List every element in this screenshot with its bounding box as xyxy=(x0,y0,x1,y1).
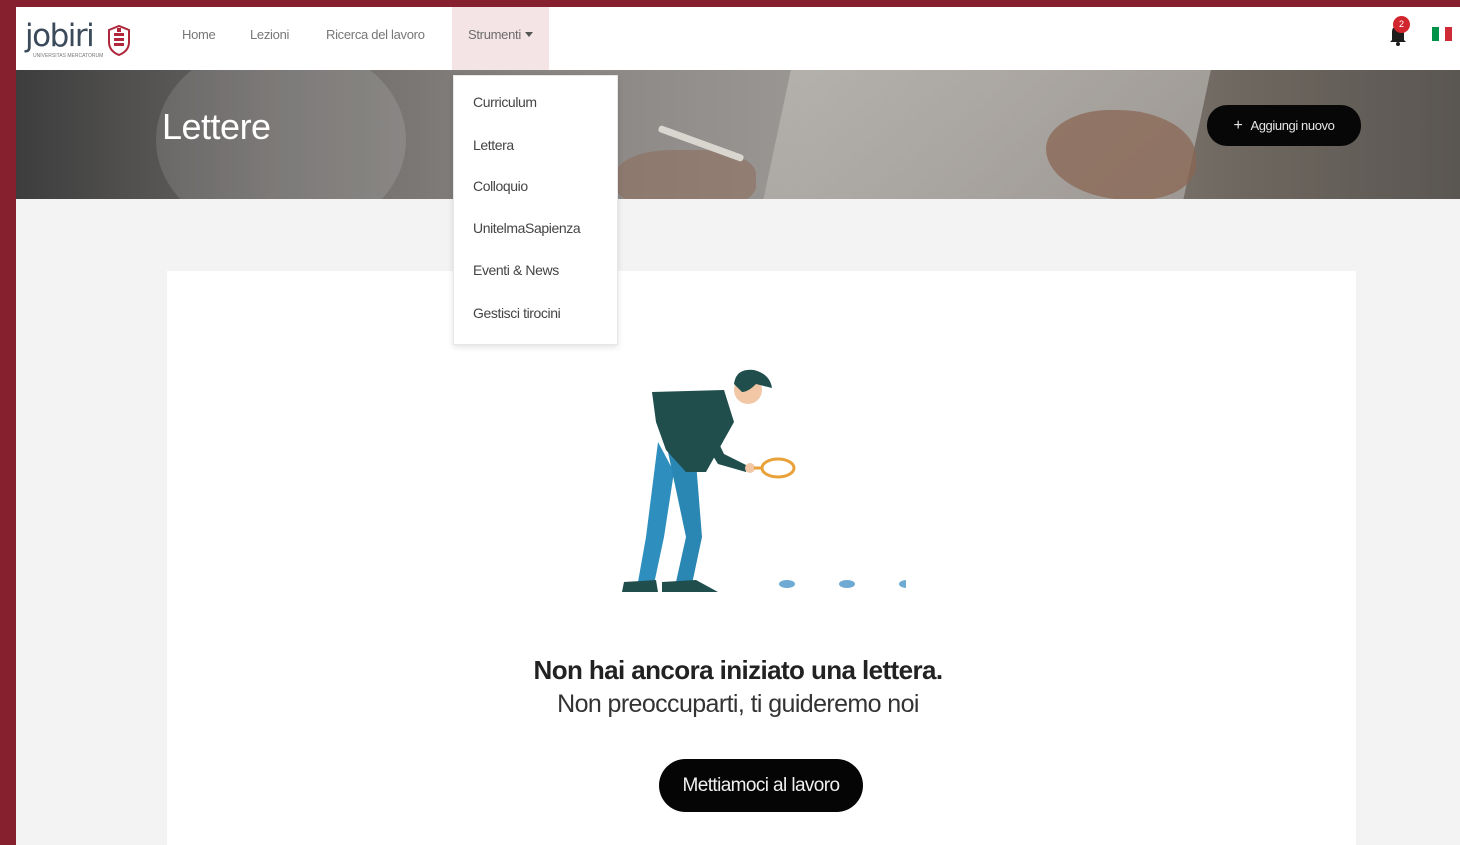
get-to-work-button[interactable]: Mettiamoci al lavoro xyxy=(659,759,863,812)
nav-lezioni[interactable]: Lezioni xyxy=(250,7,289,70)
italy-flag-icon[interactable] xyxy=(1432,27,1453,41)
dropdown-item-curriculum[interactable]: Curriculum xyxy=(473,94,537,110)
dropdown-item-unitelmasapienza[interactable]: UnitelmaSapienza xyxy=(473,220,581,236)
plus-icon: + xyxy=(1233,117,1243,134)
empty-state-title: Non hai ancora iniziato una lettera. xyxy=(533,655,944,685)
add-new-label: Aggiungi nuovo xyxy=(1250,118,1335,133)
add-new-button[interactable]: + Aggiungi nuovo xyxy=(1207,105,1361,146)
top-navbar: jobiri UNIVERSITAS MERCATORUM Home Lezio… xyxy=(16,7,1460,71)
search-person-illustration xyxy=(622,369,906,592)
university-seal-icon xyxy=(108,24,130,56)
hero-banner: Lettere + Aggiungi nuovo xyxy=(16,70,1460,199)
notification-badge: 2 xyxy=(1393,16,1410,33)
dropdown-item-eventi-news[interactable]: Eventi & News xyxy=(473,262,559,278)
strumenti-dropdown: Curriculum Lettera Colloquio UnitelmaSap… xyxy=(453,75,618,345)
nav-strumenti-label: Strumenti xyxy=(468,27,521,42)
jobiri-logo[interactable]: jobiri UNIVERSITAS MERCATORUM xyxy=(19,16,139,60)
logo-subtitle: UNIVERSITAS MERCATORUM xyxy=(33,53,104,59)
nav-strumenti[interactable]: Strumenti xyxy=(452,7,549,70)
empty-state-subtitle: Non preoccuparti, ti guideremo noi xyxy=(557,690,919,718)
caret-down-icon xyxy=(524,32,533,37)
dropdown-item-colloquio[interactable]: Colloquio xyxy=(473,178,528,194)
nav-home[interactable]: Home xyxy=(182,7,216,70)
dropdown-item-gestisci-tirocini[interactable]: Gestisci tirocini xyxy=(473,305,561,321)
app-frame: jobiri UNIVERSITAS MERCATORUM Home Lezio… xyxy=(16,7,1460,845)
logo-text: jobiri xyxy=(25,18,95,54)
page-title: Lettere xyxy=(162,106,271,147)
dropdown-item-lettera[interactable]: Lettera xyxy=(473,137,514,153)
nav-ricerca-lavoro[interactable]: Ricerca del lavoro xyxy=(326,7,425,70)
